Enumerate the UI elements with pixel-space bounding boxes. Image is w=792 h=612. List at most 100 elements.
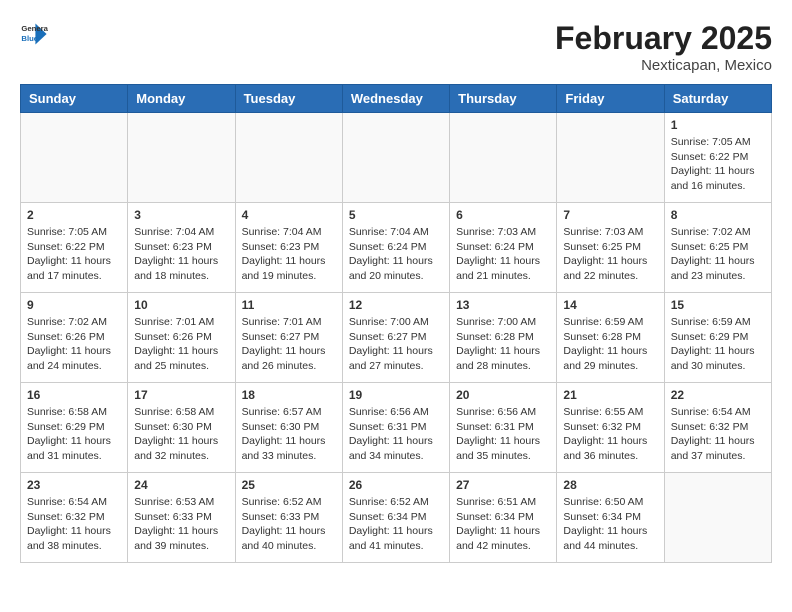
day-info: Sunrise: 6:51 AM Sunset: 6:34 PM Dayligh… <box>456 495 550 554</box>
calendar-day-cell: 24 Sunrise: 6:53 AM Sunset: 6:33 PM Dayli… <box>128 473 235 563</box>
day-info: Sunrise: 7:04 AM Sunset: 6:24 PM Dayligh… <box>349 225 443 284</box>
weekday-header-friday: Friday <box>557 85 664 113</box>
weekday-header-wednesday: Wednesday <box>342 85 449 113</box>
calendar-day-cell: 26 Sunrise: 6:52 AM Sunset: 6:34 PM Dayli… <box>342 473 449 563</box>
calendar-day-cell: 25Sunrise: 6:52 AM Sunset: 6:33 PM Dayli… <box>235 473 342 563</box>
day-info: Sunrise: 6:56 AM Sunset: 6:31 PM Dayligh… <box>349 405 443 464</box>
calendar-day-cell <box>664 473 771 563</box>
day-info: Sunrise: 6:52 AM Sunset: 6:34 PM Dayligh… <box>349 495 443 554</box>
day-number: 7 <box>563 208 657 222</box>
day-info: Sunrise: 6:54 AM Sunset: 6:32 PM Dayligh… <box>671 405 765 464</box>
calendar-day-cell <box>450 113 557 203</box>
calendar-day-cell: 22 Sunrise: 6:54 AM Sunset: 6:32 PM Dayli… <box>664 383 771 473</box>
day-number: 20 <box>456 388 550 402</box>
calendar-day-cell: 13 Sunrise: 7:00 AM Sunset: 6:28 PM Dayli… <box>450 293 557 383</box>
calendar-week-row: 9 Sunrise: 7:02 AM Sunset: 6:26 PM Daylig… <box>21 293 772 383</box>
day-info: Sunrise: 6:53 AM Sunset: 6:33 PM Dayligh… <box>134 495 228 554</box>
weekday-header-tuesday: Tuesday <box>235 85 342 113</box>
day-number: 5 <box>349 208 443 222</box>
day-number: 9 <box>27 298 121 312</box>
day-number: 19 <box>349 388 443 402</box>
day-number: 13 <box>456 298 550 312</box>
day-number: 22 <box>671 388 765 402</box>
day-info: Sunrise: 7:01 AM Sunset: 6:27 PM Dayligh… <box>242 315 336 374</box>
calendar-day-cell: 11 Sunrise: 7:01 AM Sunset: 6:27 PM Dayli… <box>235 293 342 383</box>
calendar-day-cell: 10 Sunrise: 7:01 AM Sunset: 6:26 PM Dayli… <box>128 293 235 383</box>
logo-icon: General Blue <box>20 20 48 48</box>
calendar-day-cell: 1Sunrise: 7:05 AM Sunset: 6:22 PM Daylig… <box>664 113 771 203</box>
day-number: 6 <box>456 208 550 222</box>
day-number: 12 <box>349 298 443 312</box>
calendar-day-cell: 15 Sunrise: 6:59 AM Sunset: 6:29 PM Dayli… <box>664 293 771 383</box>
day-number: 10 <box>134 298 228 312</box>
day-number: 18 <box>242 388 336 402</box>
weekday-header-monday: Monday <box>128 85 235 113</box>
calendar-day-cell: 14Sunrise: 6:59 AM Sunset: 6:28 PM Dayli… <box>557 293 664 383</box>
day-info: Sunrise: 6:52 AM Sunset: 6:33 PM Dayligh… <box>242 495 336 554</box>
day-info: Sunrise: 6:59 AM Sunset: 6:28 PM Dayligh… <box>563 315 657 374</box>
day-number: 2 <box>27 208 121 222</box>
calendar-week-row: 16 Sunrise: 6:58 AM Sunset: 6:29 PM Dayli… <box>21 383 772 473</box>
calendar-day-cell: 23Sunrise: 6:54 AM Sunset: 6:32 PM Dayli… <box>21 473 128 563</box>
day-number: 8 <box>671 208 765 222</box>
calendar-day-cell: 27 Sunrise: 6:51 AM Sunset: 6:34 PM Dayli… <box>450 473 557 563</box>
day-info: Sunrise: 7:04 AM Sunset: 6:23 PM Dayligh… <box>134 225 228 284</box>
calendar-day-cell: 17 Sunrise: 6:58 AM Sunset: 6:30 PM Dayli… <box>128 383 235 473</box>
calendar-day-cell: 8Sunrise: 7:02 AM Sunset: 6:25 PM Daylig… <box>664 203 771 293</box>
day-number: 4 <box>242 208 336 222</box>
calendar-day-cell: 12Sunrise: 7:00 AM Sunset: 6:27 PM Dayli… <box>342 293 449 383</box>
day-number: 15 <box>671 298 765 312</box>
weekday-header-thursday: Thursday <box>450 85 557 113</box>
day-number: 16 <box>27 388 121 402</box>
calendar-week-row: 23Sunrise: 6:54 AM Sunset: 6:32 PM Dayli… <box>21 473 772 563</box>
day-number: 17 <box>134 388 228 402</box>
day-info: Sunrise: 6:50 AM Sunset: 6:34 PM Dayligh… <box>563 495 657 554</box>
day-number: 24 <box>134 478 228 492</box>
day-info: Sunrise: 7:05 AM Sunset: 6:22 PM Dayligh… <box>27 225 121 284</box>
calendar-day-cell: 21 Sunrise: 6:55 AM Sunset: 6:32 PM Dayli… <box>557 383 664 473</box>
day-number: 27 <box>456 478 550 492</box>
location-subtitle: Nexticapan, Mexico <box>555 57 772 74</box>
day-info: Sunrise: 7:01 AM Sunset: 6:26 PM Dayligh… <box>134 315 228 374</box>
calendar-header-row: SundayMondayTuesdayWednesdayThursdayFrid… <box>21 85 772 113</box>
day-info: Sunrise: 7:04 AM Sunset: 6:23 PM Dayligh… <box>242 225 336 284</box>
day-info: Sunrise: 6:58 AM Sunset: 6:30 PM Dayligh… <box>134 405 228 464</box>
calendar-day-cell <box>342 113 449 203</box>
calendar-day-cell: 28 Sunrise: 6:50 AM Sunset: 6:34 PM Dayli… <box>557 473 664 563</box>
day-info: Sunrise: 7:03 AM Sunset: 6:24 PM Dayligh… <box>456 225 550 284</box>
day-number: 26 <box>349 478 443 492</box>
day-info: Sunrise: 7:03 AM Sunset: 6:25 PM Dayligh… <box>563 225 657 284</box>
day-info: Sunrise: 6:58 AM Sunset: 6:29 PM Dayligh… <box>27 405 121 464</box>
calendar-day-cell: 19 Sunrise: 6:56 AM Sunset: 6:31 PM Dayli… <box>342 383 449 473</box>
calendar-day-cell: 18 Sunrise: 6:57 AM Sunset: 6:30 PM Dayli… <box>235 383 342 473</box>
page-header: General Blue February 2025 Nexticapan, M… <box>20 20 772 74</box>
day-number: 11 <box>242 298 336 312</box>
day-number: 1 <box>671 118 765 132</box>
day-info: Sunrise: 6:54 AM Sunset: 6:32 PM Dayligh… <box>27 495 121 554</box>
day-info: Sunrise: 6:55 AM Sunset: 6:32 PM Dayligh… <box>563 405 657 464</box>
logo: General Blue <box>20 20 48 48</box>
calendar-day-cell: 5 Sunrise: 7:04 AM Sunset: 6:24 PM Daylig… <box>342 203 449 293</box>
calendar-day-cell <box>128 113 235 203</box>
calendar-day-cell: 3 Sunrise: 7:04 AM Sunset: 6:23 PM Daylig… <box>128 203 235 293</box>
calendar-day-cell <box>235 113 342 203</box>
calendar-week-row: 2 Sunrise: 7:05 AM Sunset: 6:22 PM Daylig… <box>21 203 772 293</box>
day-info: Sunrise: 7:00 AM Sunset: 6:28 PM Dayligh… <box>456 315 550 374</box>
calendar-table: SundayMondayTuesdayWednesdayThursdayFrid… <box>20 84 772 563</box>
calendar-day-cell: 2 Sunrise: 7:05 AM Sunset: 6:22 PM Daylig… <box>21 203 128 293</box>
calendar-week-row: 1Sunrise: 7:05 AM Sunset: 6:22 PM Daylig… <box>21 113 772 203</box>
weekday-header-saturday: Saturday <box>664 85 771 113</box>
calendar-day-cell: 4 Sunrise: 7:04 AM Sunset: 6:23 PM Daylig… <box>235 203 342 293</box>
day-number: 28 <box>563 478 657 492</box>
title-area: February 2025 Nexticapan, Mexico <box>555 20 772 74</box>
calendar-day-cell <box>557 113 664 203</box>
calendar-day-cell: 16 Sunrise: 6:58 AM Sunset: 6:29 PM Dayli… <box>21 383 128 473</box>
day-info: Sunrise: 6:57 AM Sunset: 6:30 PM Dayligh… <box>242 405 336 464</box>
calendar-day-cell: 7 Sunrise: 7:03 AM Sunset: 6:25 PM Daylig… <box>557 203 664 293</box>
day-number: 3 <box>134 208 228 222</box>
month-year-title: February 2025 <box>555 20 772 57</box>
day-info: Sunrise: 6:59 AM Sunset: 6:29 PM Dayligh… <box>671 315 765 374</box>
day-info: Sunrise: 7:02 AM Sunset: 6:26 PM Dayligh… <box>27 315 121 374</box>
svg-text:General: General <box>21 24 48 33</box>
day-number: 21 <box>563 388 657 402</box>
